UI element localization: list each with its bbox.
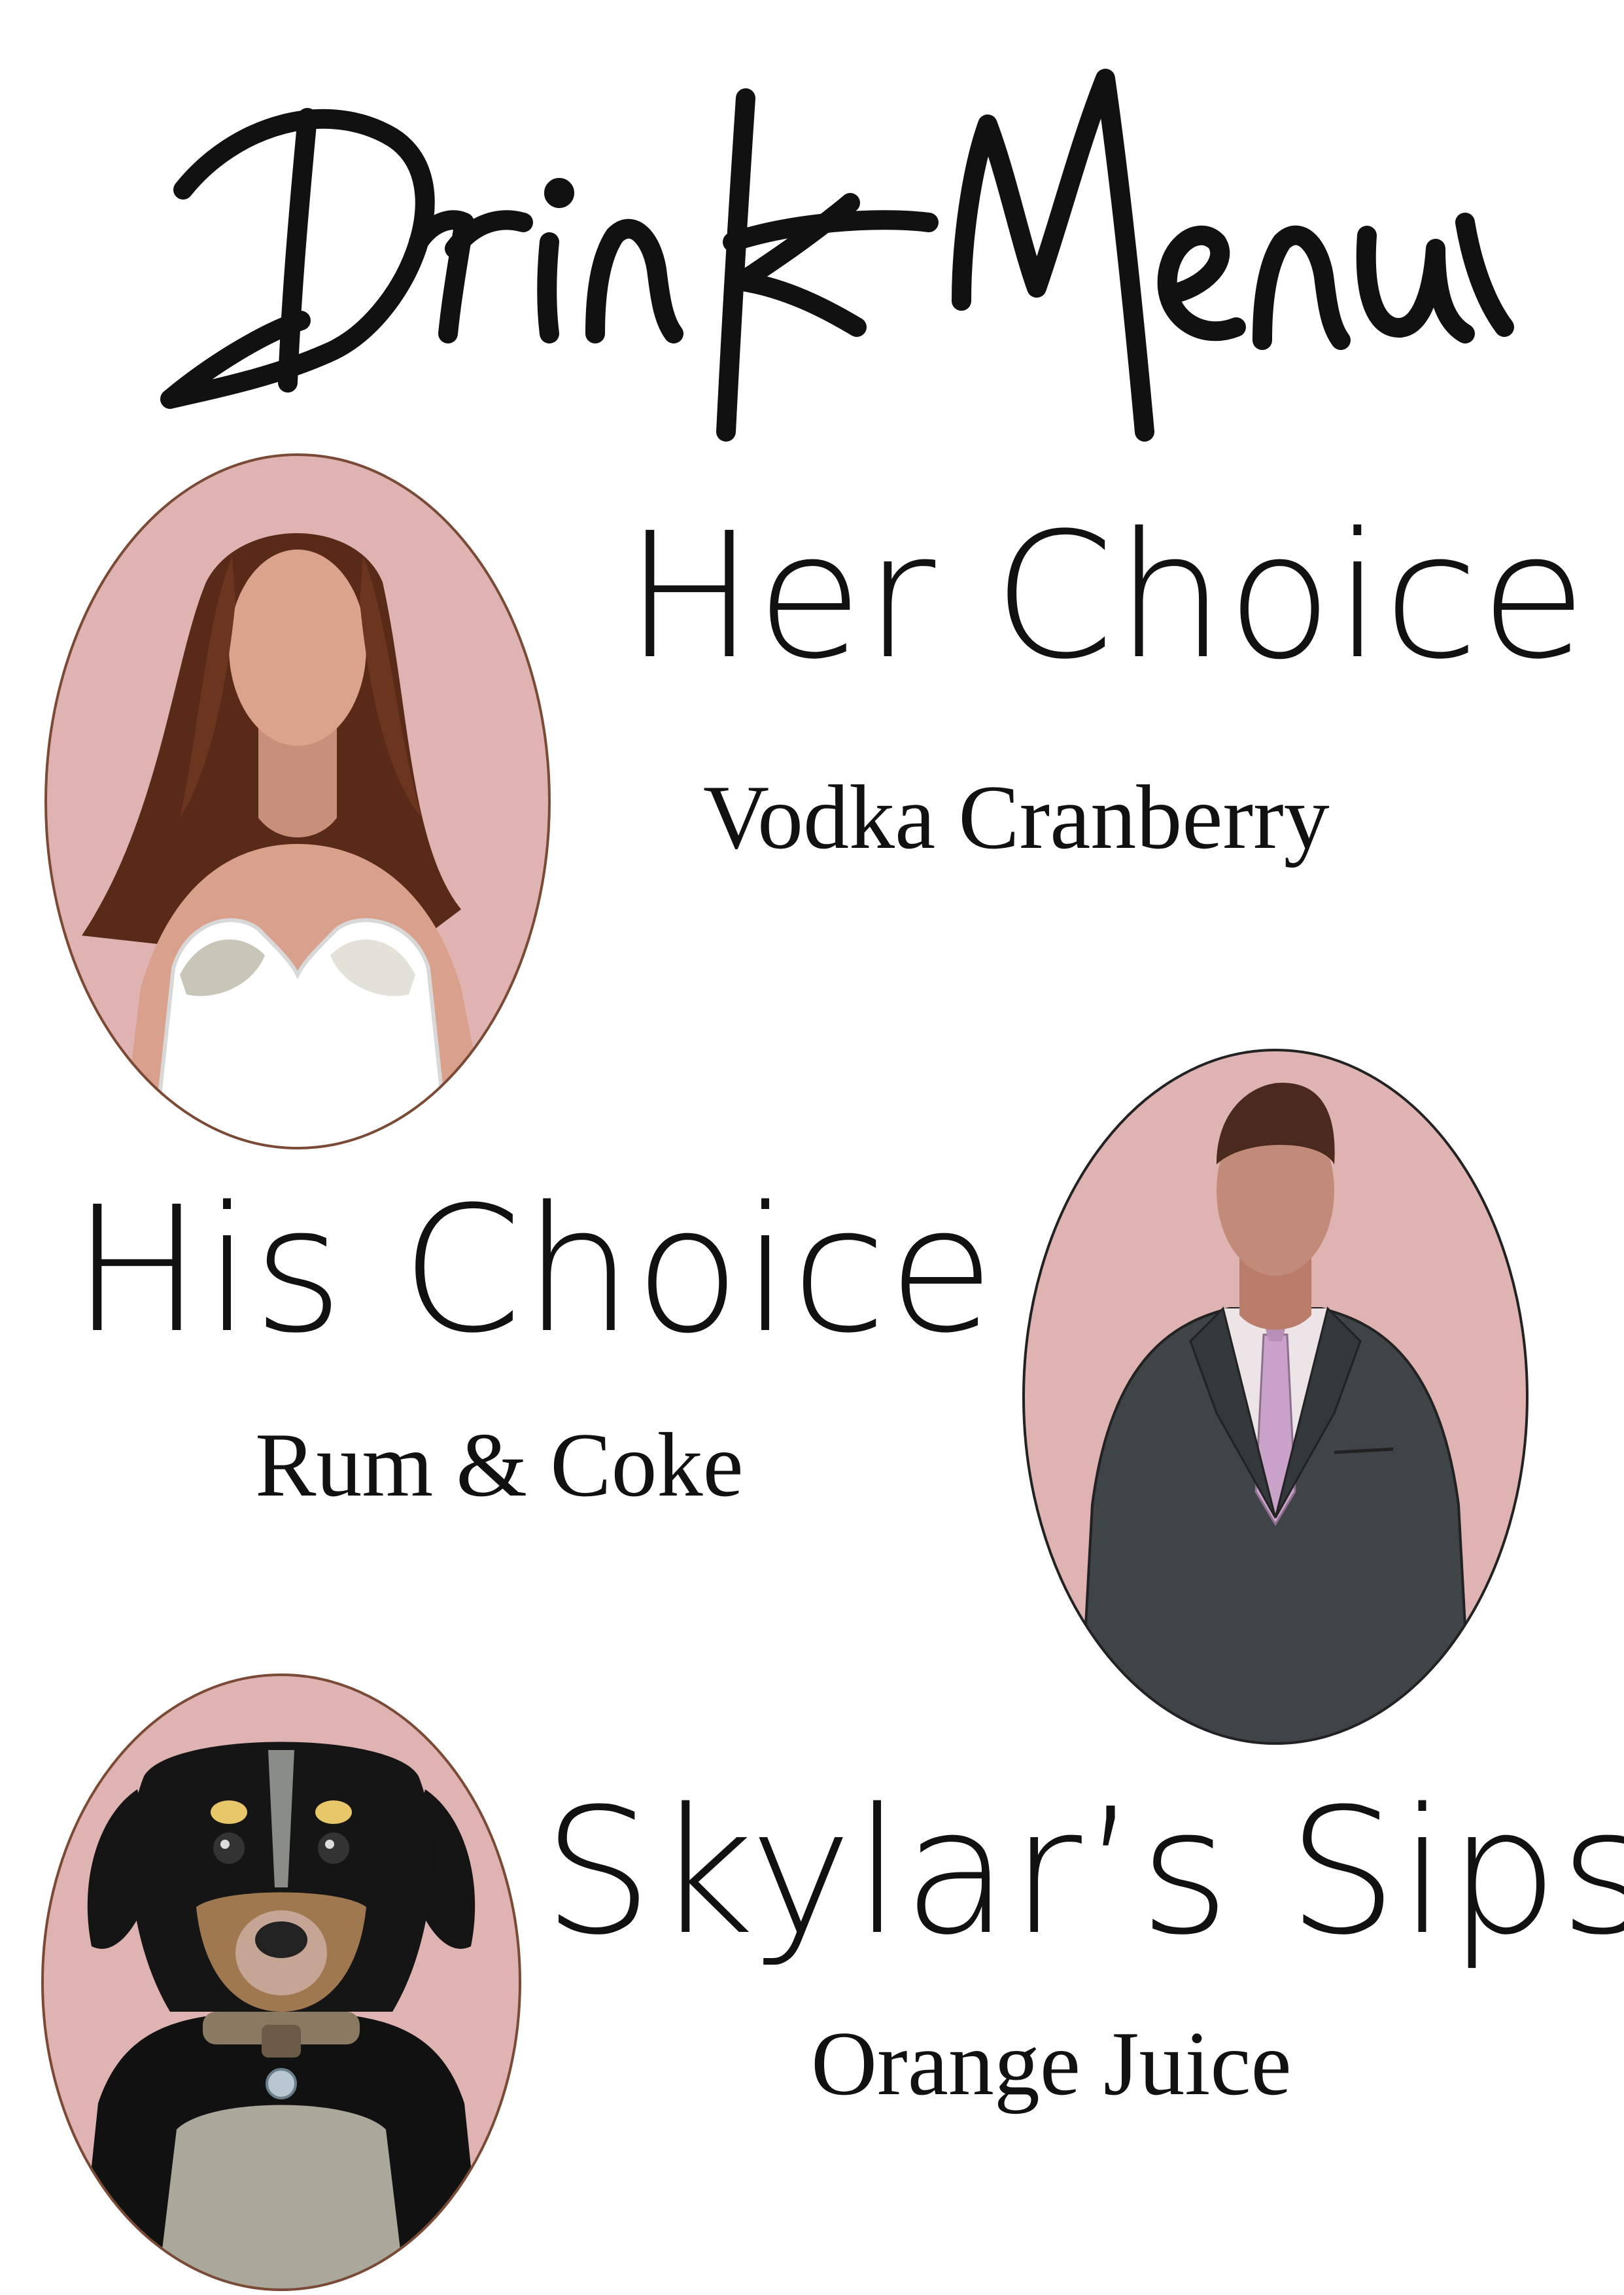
- drink-menu-title-script: [160, 69, 1514, 442]
- skylar-drink: Orange Juice: [811, 2013, 1292, 2114]
- his-drink: Rum & Coke: [255, 1414, 744, 1516]
- her-choice-heading: Her Choice: [625, 496, 1588, 697]
- skylars-sips-heading: Skylar’s Sips: [543, 1772, 1624, 1973]
- dog-portrait: [41, 1673, 521, 2291]
- his-choice-heading: His Choice: [72, 1170, 996, 1371]
- bride-portrait: [44, 453, 551, 1149]
- her-drink: Vodka Cranberry: [703, 767, 1330, 868]
- groom-portrait: [1022, 1049, 1529, 1745]
